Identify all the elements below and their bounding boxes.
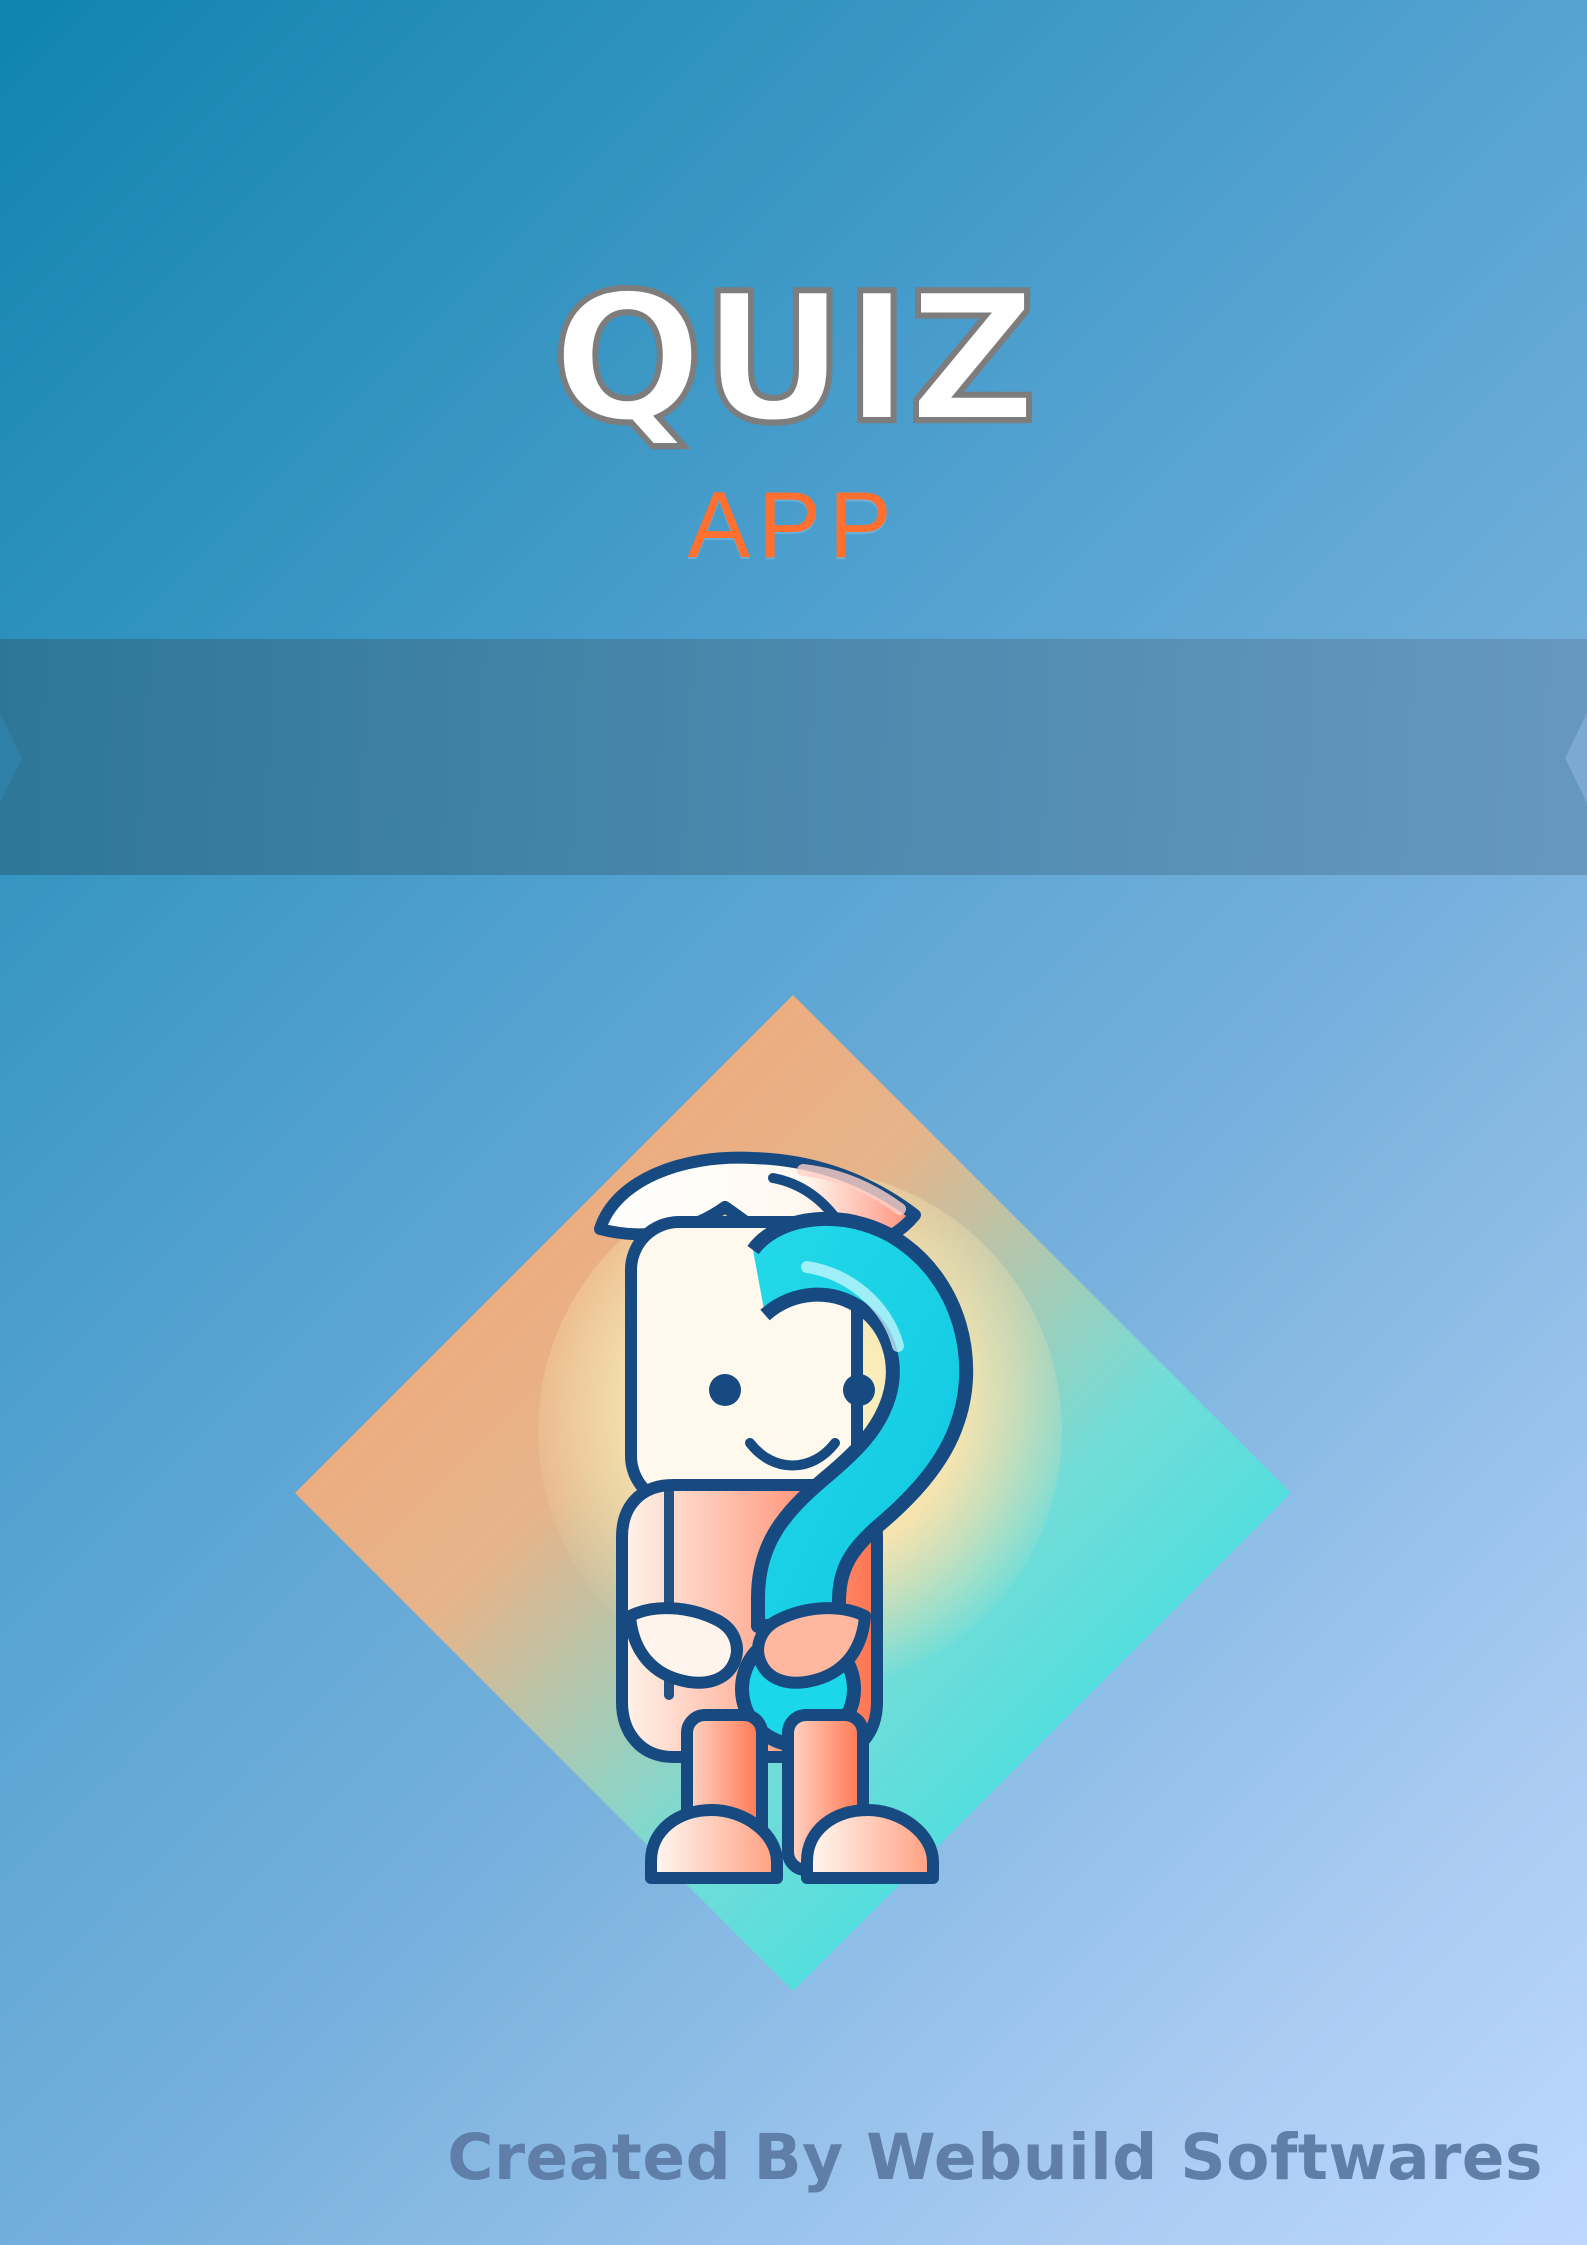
- question-mark-mascot-icon: [295, 995, 1291, 1991]
- page-title: QUIZ: [549, 255, 1040, 462]
- ribbon-left-notch: [0, 713, 22, 803]
- page-subtitle: APP: [687, 472, 900, 577]
- creator-credit: Created By Webuild Softwares: [447, 2121, 1543, 2194]
- ribbon-band: [0, 639, 1587, 875]
- quiz-app-cover: QUIZ APP Created By Webuild Softwares: [0, 0, 1587, 2245]
- title-block: QUIZ APP: [0, 255, 1587, 590]
- ribbon-right-notch: [1565, 713, 1587, 803]
